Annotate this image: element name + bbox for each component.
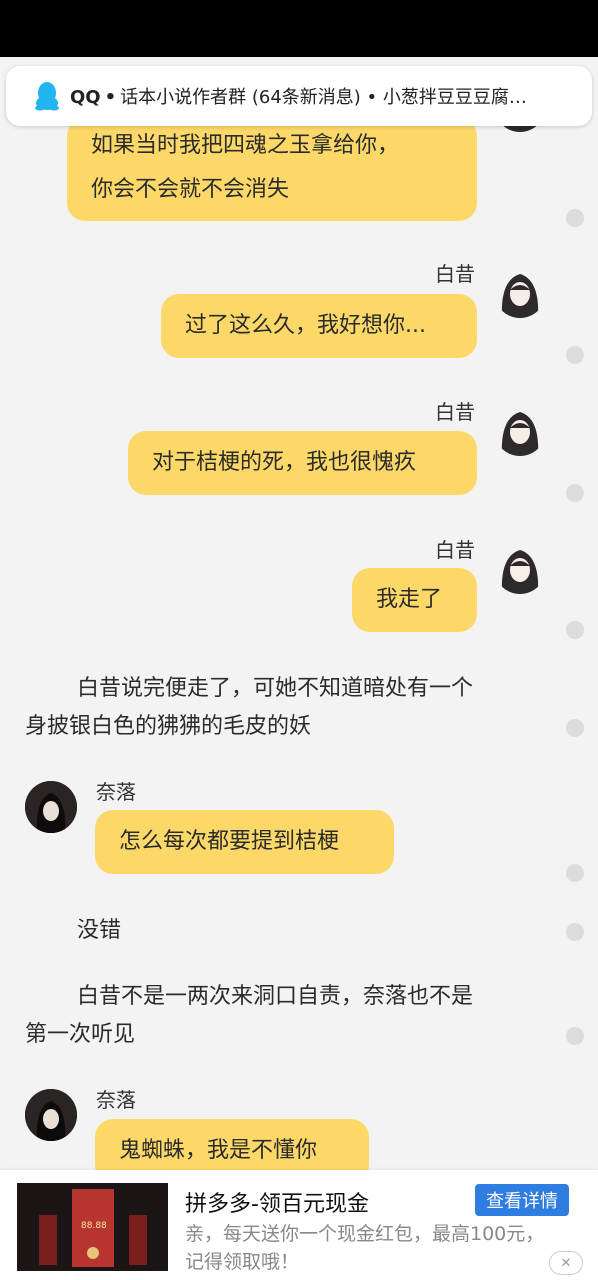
narration-text: 没错 (77, 918, 122, 943)
notification-message: 话本小说作者群 (64条新消息) • 小葱拌豆豆豆腐… (120, 87, 527, 108)
notification-app-name: QQ (70, 87, 101, 108)
narration-text: 白昔不是一两次来洞口自责，奈落也不是 第一次听见 (25, 984, 474, 1047)
close-icon[interactable]: ✕ (549, 1251, 583, 1275)
ad-description: 亲，每天送你一个现金红包，最高100元，记得领取哦！ (185, 1223, 545, 1273)
view-details-button[interactable]: 查看详情 (475, 1184, 569, 1216)
ad-thumbnail[interactable]: 88.88 (17, 1183, 168, 1271)
status-bar (0, 0, 598, 57)
message-bubble[interactable]: 过了这么久，我好想你... (161, 294, 477, 358)
notification-text: QQ • 话本小说作者群 (64条新消息) • 小葱拌豆豆豆腐… (70, 83, 580, 109)
message-menu-dot[interactable] (566, 346, 584, 364)
message-bubble[interactable]: 对于桔梗的死，我也很愧疚 (128, 431, 477, 495)
qq-notification-banner[interactable]: QQ • 话本小说作者群 (64条新消息) • 小葱拌豆豆豆腐… (6, 66, 592, 126)
message-menu-dot[interactable] (566, 1027, 584, 1045)
qq-penguin-icon (35, 82, 59, 111)
message-menu-dot[interactable] (566, 209, 584, 227)
sender-name: 白昔 (435, 262, 475, 286)
message-menu-dot[interactable] (566, 484, 584, 502)
avatar-naraku[interactable] (25, 781, 77, 833)
message-menu-dot[interactable] (566, 864, 584, 882)
message-text: 如果当时我把四魂之玉拿给你， 你会不会就不会消失 (91, 133, 400, 202)
message-bubble[interactable]: 我走了 (352, 568, 477, 632)
notification-separator: • (104, 87, 117, 108)
message-bubble[interactable]: 如果当时我把四魂之玉拿给你， 你会不会就不会消失 (67, 118, 477, 221)
ad-title[interactable]: 拼多多-领百元现金 (185, 1186, 369, 1218)
avatar-naraku[interactable] (25, 1089, 77, 1141)
avatar-baixi[interactable] (494, 542, 546, 594)
narration-text: 白昔说完便走了，可她不知道暗处有一个 身披银白色的狒狒的毛皮的妖 (25, 676, 474, 739)
sender-name: 奈落 (96, 1088, 136, 1112)
message-menu-dot[interactable] (566, 621, 584, 639)
ad-thumbnail-amount: 88.88 (81, 1221, 107, 1231)
ad-banner[interactable]: 88.88 拼多多-领百元现金 查看详情 亲，每天送你一个现金红包，最高100元… (0, 1170, 598, 1280)
message-bubble[interactable]: 怎么每次都要提到桔梗 (95, 810, 394, 874)
avatar-baixi[interactable] (494, 266, 546, 318)
avatar-baixi[interactable] (494, 404, 546, 456)
sender-name: 白昔 (435, 538, 475, 562)
sender-name: 白昔 (435, 400, 475, 424)
message-menu-dot[interactable] (566, 719, 584, 737)
message-menu-dot[interactable] (566, 923, 584, 941)
sender-name: 奈落 (96, 780, 136, 804)
